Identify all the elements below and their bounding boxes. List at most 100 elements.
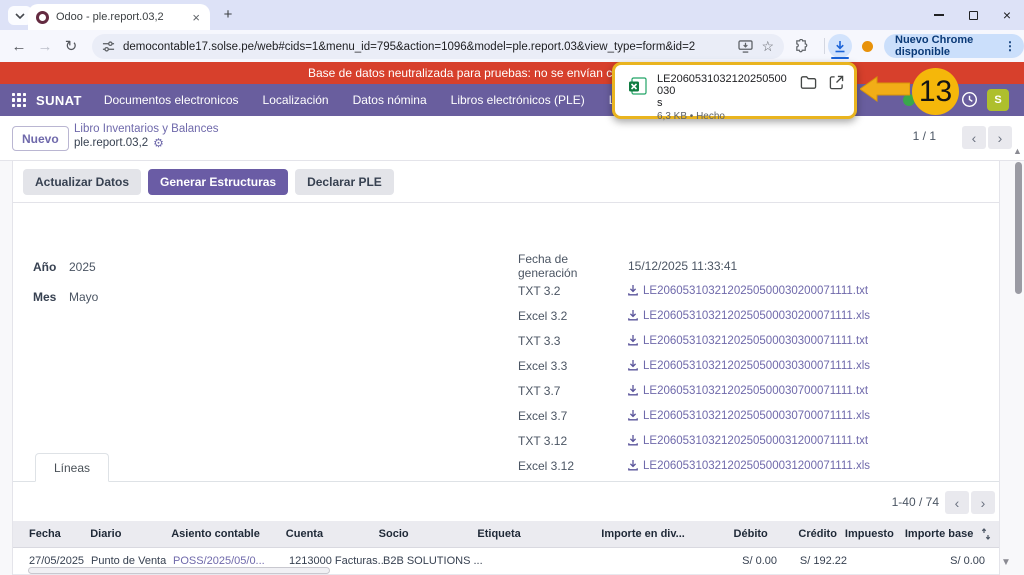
lines-pager-label: 1-40 / 74 [891,495,939,509]
browser-tab[interactable]: Odoo - ple.report.03,2 × [28,4,210,30]
column-header[interactable]: Débito [685,528,768,540]
activities-clock-icon[interactable] [961,91,978,108]
site-settings-icon[interactable] [102,40,115,53]
download-icon [628,310,638,321]
file-label: TXT 3.7 [518,383,561,398]
field-label-fecha-generacion: Fecha de generación [518,251,578,280]
file-link[interactable]: LE2060531032120250500030700071111.txt [643,385,868,397]
window-minimize-button[interactable] [922,0,956,30]
extensions-icon[interactable] [794,39,809,54]
control-panel: Nuevo Libro Inventarios y Balances ple.r… [0,116,1024,161]
window-close-button[interactable]: × [990,0,1024,30]
record-pager-next-button[interactable]: › [988,126,1012,149]
cell-socio: B2B SOLUTIONS ... [383,555,483,567]
vertical-scrollbar-thumb[interactable] [1015,162,1022,294]
download-icon [628,360,638,371]
column-header[interactable]: Importe en div... [572,528,685,540]
menu-dots-icon[interactable]: ⋮ [1004,39,1016,53]
forward-button[interactable]: → [32,38,58,55]
download-progress-indicator [831,57,849,59]
file-link[interactable]: LE2060531032120250500030200071111.txt [643,285,868,297]
lines-pager-next-button[interactable]: › [971,491,995,514]
apps-grid-icon[interactable] [12,92,27,108]
url-text: democontable17.solse.pe/web#cids=1&menu_… [123,40,696,53]
chevron-down-icon [15,12,25,19]
chrome-update-button[interactable]: Nuevo Chrome disponible ⋮ [884,34,1024,58]
scrollbar-up-icon[interactable]: ▲ [1013,146,1022,156]
file-link[interactable]: LE2060531032120250500030700071111.xls [643,410,870,422]
new-tab-button[interactable]: + [218,6,238,23]
lines-pager-prev-button[interactable]: ‹ [945,491,969,514]
browser-window: Odoo - ple.report.03,2 × + × ← → ↻ democ… [0,0,1024,575]
record-pager-label: 1 / 1 [912,129,936,143]
user-avatar[interactable]: S [987,89,1009,111]
column-header[interactable]: Socio [379,528,478,540]
file-link[interactable]: LE2060531032120250500030300071111.txt [643,335,868,347]
nav-item-localizacion[interactable]: Localización [263,93,329,107]
table-header-row: Fecha Diario Asiento contable Cuenta Soc… [13,521,999,548]
tab-close-icon[interactable]: × [190,11,202,24]
column-header[interactable]: Impuesto [837,528,894,540]
file-link[interactable]: LE2060531032120250500030200071111.xls [643,310,870,322]
annotation-step-number: 13 [912,68,959,115]
notebook: Líneas 1-40 / 74 ‹ › [13,453,999,514]
optional-columns-icon[interactable] [973,528,999,540]
form-sheet: Actualizar Datos Generar Estructuras Dec… [12,161,1000,575]
field-value-mes[interactable]: Mayo [69,290,98,304]
actualizar-datos-button[interactable]: Actualizar Datos [23,168,142,195]
generar-estructuras-button[interactable]: Generar Estructuras [148,168,289,195]
profile-alert-icon[interactable] [862,41,873,52]
nav-item-datos-nomina[interactable]: Datos nómina [353,93,427,107]
download-meta: 6,3 KB • Hecho [657,111,725,122]
column-header[interactable]: Asiento contable [171,528,286,540]
column-header[interactable]: Fecha [29,528,90,540]
download-icon [835,40,845,52]
column-header[interactable]: Etiqueta [477,528,572,540]
bookmark-star-icon[interactable]: ☆ [761,38,774,55]
toolbar-divider [824,38,825,54]
horizontal-scrollbar-thumb[interactable] [28,567,330,574]
install-icon[interactable] [738,40,754,53]
column-header[interactable]: Importe base [894,528,973,540]
record-pager-prev-button[interactable]: ‹ [962,126,986,149]
download-icon [628,385,638,396]
window-maximize-button[interactable] [956,0,990,30]
nav-item-libros-ple[interactable]: Libros electrónicos (PLE) [451,93,585,107]
declarar-ple-button[interactable]: Declarar PLE [295,168,394,195]
new-record-button[interactable]: Nuevo [12,126,69,151]
tab-lineas[interactable]: Líneas [35,453,110,482]
cell-diario: Punto de Venta [91,555,167,567]
form-fields: Año 2025 Mes Mayo Fecha de generación 15… [13,203,999,473]
cell-debito: S/ 0.00 [742,555,777,567]
field-value-fecha-generacion: 15/12/2025 11:33:41 [628,258,738,273]
column-header[interactable]: Diario [90,528,171,540]
nav-item-documentos[interactable]: Documentos electronicos [104,93,239,107]
open-file-icon[interactable] [829,75,844,110]
breadcrumb: Libro Inventarios y Balances ple.report.… [74,122,218,150]
app-brand[interactable]: SUNAT [36,93,82,108]
column-header[interactable]: Crédito [768,528,837,540]
file-link[interactable]: LE2060531032120250500030300071111.xls [643,360,870,372]
breadcrumb-parent[interactable]: Libro Inventarios y Balances [74,122,218,136]
back-button[interactable]: ← [6,38,32,55]
gear-icon[interactable]: ⚙ [153,136,164,150]
column-header[interactable]: Cuenta [286,528,379,540]
reload-button[interactable]: ↻ [58,37,84,55]
cell-asiento-link[interactable]: POSS/2025/05/0... [173,555,289,567]
field-label-anio: Año [33,259,57,274]
excel-file-icon [628,73,647,110]
show-in-folder-icon[interactable] [800,75,817,110]
download-bubble[interactable]: LE2060531032120250500030 s 6,3 KB • Hech… [612,62,857,122]
address-bar[interactable]: democontable17.solse.pe/web#cids=1&menu_… [92,34,784,59]
file-link[interactable]: LE2060531032120250500031200071111.txt [643,435,868,447]
file-label: TXT 3.3 [518,333,561,348]
row-dropdown-caret-icon[interactable]: ▼ [1001,557,1011,568]
download-icon [628,410,638,421]
file-label: TXT 3.2 [518,283,561,298]
chrome-update-label: Nuevo Chrome disponible [895,34,974,58]
field-value-anio[interactable]: 2025 [69,260,96,274]
cell-credito: S/ 192.22 [799,555,847,567]
downloads-button[interactable] [828,34,852,58]
browser-toolbar: ← → ↻ democontable17.solse.pe/web#cids=1… [0,30,1024,62]
file-label: Excel 3.3 [518,358,568,373]
